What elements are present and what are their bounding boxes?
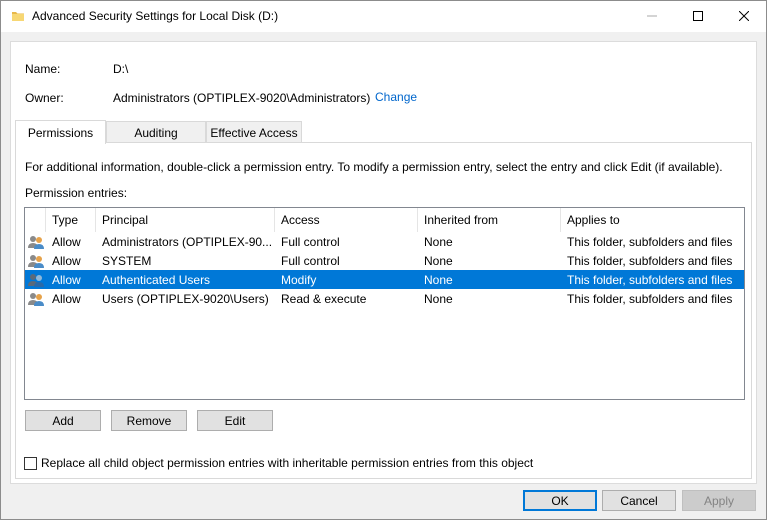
edit-button[interactable]: Edit [197, 410, 273, 431]
permission-entries-label: Permission entries: [25, 186, 128, 200]
row-applies-to: This folder, subfolders and files [567, 291, 733, 306]
row-inherited-from: None [424, 291, 453, 306]
table-row[interactable]: Allow SYSTEM Full control None This fold… [25, 251, 744, 270]
users-icon [28, 236, 44, 249]
owner-value: Administrators (OPTIPLEX-9020\Administra… [113, 91, 371, 105]
row-type: Allow [52, 291, 81, 306]
advanced-security-window: Advanced Security Settings for Local Dis… [0, 0, 767, 520]
tab-effective-access[interactable]: Effective Access [206, 121, 302, 143]
permissions-panel: For additional information, double-click… [15, 142, 752, 479]
row-type: Allow [52, 253, 81, 268]
name-label: Name: [25, 62, 61, 76]
table-row-selected[interactable]: Allow Authenticated Users Modify None Th… [25, 270, 744, 289]
row-inherited-from: None [424, 272, 453, 287]
tab-auditing[interactable]: Auditing [106, 121, 206, 143]
row-type: Allow [52, 272, 81, 287]
minimize-icon [647, 15, 657, 17]
apply-button[interactable]: Apply [682, 490, 756, 511]
change-owner-link[interactable]: Change [375, 90, 417, 104]
row-applies-to: This folder, subfolders and files [567, 253, 733, 268]
add-button[interactable]: Add [25, 410, 101, 431]
remove-button[interactable]: Remove [111, 410, 187, 431]
column-header-inherited-from[interactable]: Inherited from [418, 208, 561, 232]
minimize-button[interactable] [629, 1, 675, 31]
row-access: Full control [281, 253, 340, 268]
permission-entries-list[interactable]: Type Principal Access Inherited from App… [24, 207, 745, 400]
window-title: Advanced Security Settings for Local Dis… [32, 9, 279, 23]
row-type: Allow [52, 234, 81, 249]
table-row[interactable]: Allow Users (OPTIPLEX-9020\Users) Read &… [25, 289, 744, 308]
close-button[interactable] [721, 1, 767, 31]
list-header: Type Principal Access Inherited from App… [25, 208, 744, 232]
row-access: Full control [281, 234, 340, 249]
column-header-type[interactable]: Type [46, 208, 96, 232]
row-principal: Users (OPTIPLEX-9020\Users) [102, 291, 269, 306]
row-principal: Administrators (OPTIPLEX-90... [102, 234, 272, 249]
column-header-principal[interactable]: Principal [96, 208, 275, 232]
row-applies-to: This folder, subfolders and files [567, 234, 733, 249]
maximize-button[interactable] [675, 1, 721, 31]
row-inherited-from: None [424, 234, 453, 249]
close-icon [739, 11, 749, 21]
replace-child-permissions-label[interactable]: Replace all child object permission entr… [41, 456, 533, 470]
tab-permissions[interactable]: Permissions [15, 120, 106, 144]
cancel-button[interactable]: Cancel [602, 490, 676, 511]
row-principal: Authenticated Users [102, 272, 211, 287]
users-icon [28, 274, 44, 287]
title-bar[interactable]: Advanced Security Settings for Local Dis… [1, 1, 766, 32]
maximize-icon [693, 11, 703, 21]
row-access: Read & execute [281, 291, 367, 306]
column-header-access[interactable]: Access [275, 208, 418, 232]
owner-label: Owner: [25, 91, 64, 105]
table-row[interactable]: Allow Administrators (OPTIPLEX-90... Ful… [25, 232, 744, 251]
row-principal: SYSTEM [102, 253, 152, 268]
ok-button[interactable]: OK [523, 490, 597, 511]
column-header-applies-to[interactable]: Applies to [561, 208, 744, 232]
replace-child-permissions-checkbox[interactable] [24, 457, 37, 470]
info-text: For additional information, double-click… [25, 160, 723, 174]
folder-icon [12, 12, 24, 21]
row-applies-to: This folder, subfolders and files [567, 272, 733, 287]
row-access: Modify [281, 272, 317, 287]
dialog-content: Name: D:\ Owner: Administrators (OPTIPLE… [10, 41, 757, 484]
users-icon [28, 293, 44, 306]
users-icon [28, 255, 44, 268]
column-header-icon[interactable] [25, 208, 46, 232]
name-value: D:\ [113, 62, 129, 76]
row-inherited-from: None [424, 253, 453, 268]
